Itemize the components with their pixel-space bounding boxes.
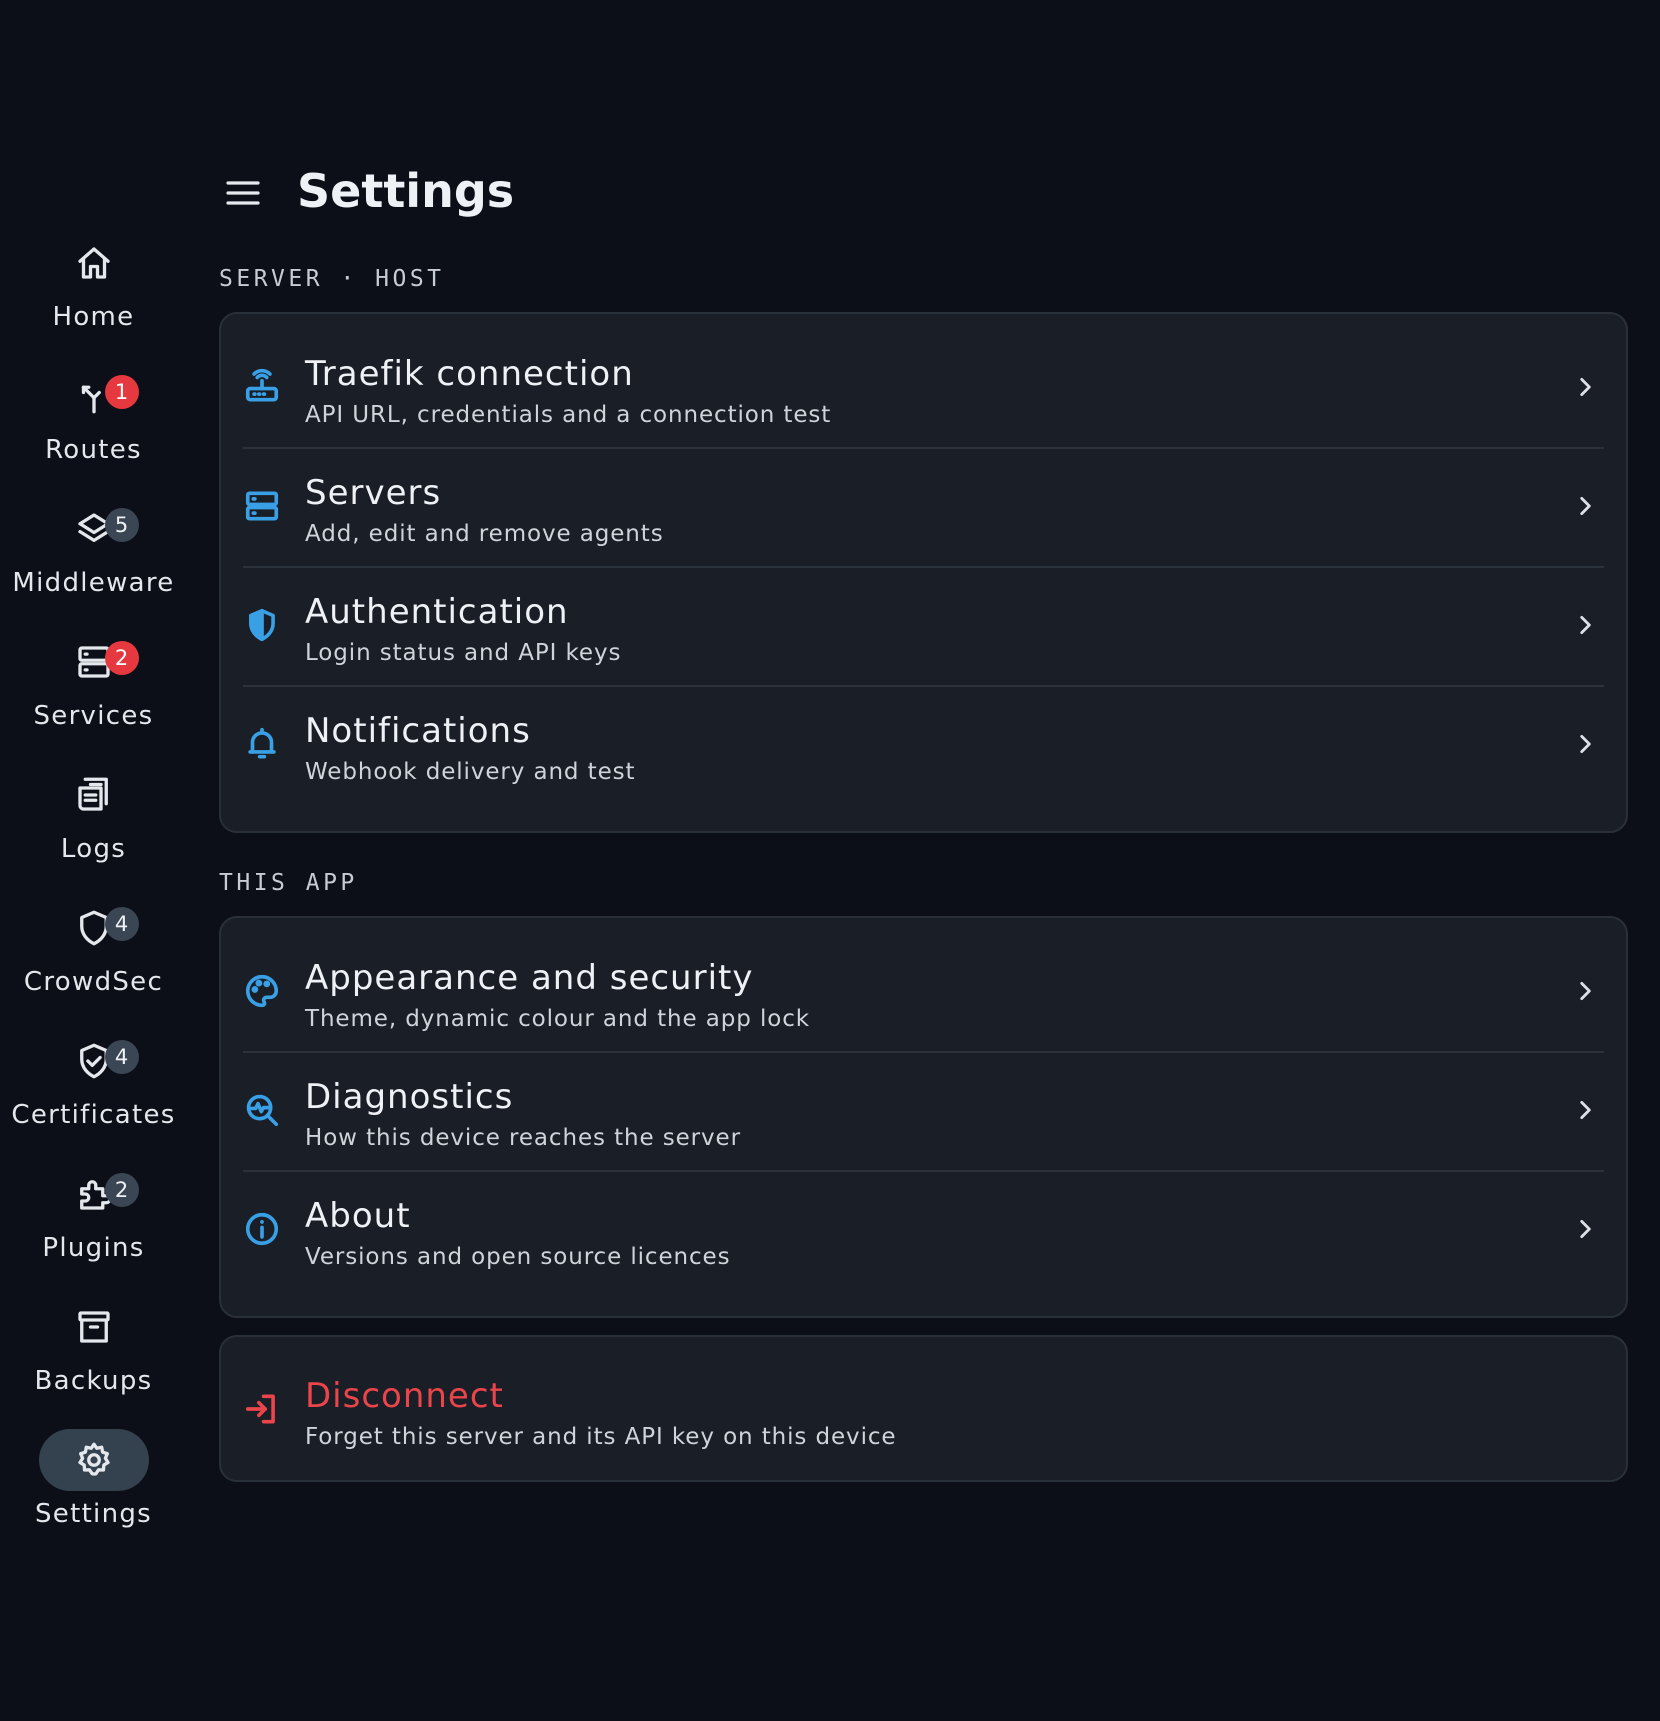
app-root: Home 1 Routes 5 Middleware 2 Services Lo… <box>0 0 1660 1721</box>
router-icon <box>245 368 279 402</box>
nav-item-logs[interactable]: Logs <box>0 764 187 884</box>
nav-label: Services <box>33 701 154 731</box>
settings-row-notifications[interactable]: Notifications Webhook delivery and test <box>221 685 1626 804</box>
row-subtitle: Add, edit and remove agents <box>305 521 664 547</box>
logout-icon <box>245 1394 275 1424</box>
disconnect-card: Disconnect Forget this server and its AP… <box>219 1335 1628 1482</box>
row-subtitle: Forget this server and its API key on th… <box>305 1424 897 1450</box>
menu-button[interactable] <box>212 162 274 224</box>
row-icon-wrap <box>243 1210 281 1248</box>
row-icon-wrap <box>243 487 281 525</box>
nav-label: Home <box>52 302 135 332</box>
home-icon <box>77 247 110 279</box>
archive-icon <box>77 1311 110 1343</box>
row-subtitle: Versions and open source licences <box>305 1244 731 1270</box>
row-subtitle: Webhook delivery and test <box>305 759 636 785</box>
nav-item-backups[interactable]: Backups <box>0 1296 187 1416</box>
nav-pill: 2 <box>39 1163 149 1225</box>
nav-item-crowdsec[interactable]: 4 CrowdSec <box>0 897 187 1017</box>
chevron-right-icon <box>1572 493 1598 519</box>
nav-item-settings[interactable]: Settings <box>0 1429 187 1549</box>
row-title: Servers <box>305 473 442 513</box>
section-label-app: THIS APP <box>219 870 358 896</box>
chevron-right-icon <box>1572 374 1598 400</box>
row-icon-wrap <box>243 1091 281 1129</box>
settings-row-appearance[interactable]: Appearance and security Theme, dynamic c… <box>221 932 1626 1051</box>
services-badge: 2 <box>104 641 139 675</box>
nav-pill: 1 <box>39 365 149 427</box>
gear-icon <box>77 1442 110 1476</box>
row-subtitle: Login status and API keys <box>305 640 622 666</box>
app-settings-card: Appearance and security Theme, dynamic c… <box>219 916 1628 1318</box>
shield-half-icon <box>249 608 275 642</box>
nav-label: Settings <box>34 1499 153 1529</box>
row-icon-wrap <box>243 368 281 406</box>
crowdsec-badge: 4 <box>104 907 139 941</box>
nav-label: Logs <box>60 834 127 864</box>
nav-item-home[interactable]: Home <box>0 232 187 352</box>
settings-row-diagnostics[interactable]: Diagnostics How this device reaches the … <box>221 1051 1626 1170</box>
nav-label: CrowdSec <box>23 967 164 997</box>
nav-item-services[interactable]: 2 Services <box>0 631 187 751</box>
settings-row-authentication[interactable]: Authentication Login status and API keys <box>221 566 1626 685</box>
nav-item-middleware[interactable]: 5 Middleware <box>0 498 187 618</box>
row-title: About <box>305 1196 411 1236</box>
settings-row-servers[interactable]: Servers Add, edit and remove agents <box>221 447 1626 566</box>
nav-pill <box>39 1296 149 1358</box>
info-icon <box>245 1212 279 1246</box>
logs-icon <box>77 777 108 811</box>
row-title: Authentication <box>305 592 569 632</box>
chevron-right-icon <box>1572 1097 1598 1123</box>
routes-badge: 1 <box>104 375 139 409</box>
nav-item-plugins[interactable]: 2 Plugins <box>0 1163 187 1283</box>
menu-icon <box>226 181 260 205</box>
nav-pill <box>39 764 149 826</box>
palette-icon <box>246 974 279 1008</box>
bell-icon <box>248 727 276 759</box>
nav-item-routes[interactable]: 1 Routes <box>0 365 187 485</box>
row-title: Traefik connection <box>305 354 634 394</box>
row-icon-wrap <box>243 1390 281 1428</box>
row-title: Disconnect <box>305 1376 504 1416</box>
certificates-badge: 4 <box>104 1040 139 1074</box>
navigation-rail: Home 1 Routes 5 Middleware 2 Services Lo… <box>0 0 187 1721</box>
row-icon-wrap <box>243 606 281 644</box>
row-subtitle: API URL, credentials and a connection te… <box>305 402 832 428</box>
nav-pill: 2 <box>39 631 149 693</box>
nav-pill-active <box>38 1429 149 1491</box>
plugins-badge: 2 <box>104 1173 139 1207</box>
row-title: Appearance and security <box>305 958 754 998</box>
settings-row-about[interactable]: About Versions and open source licences <box>221 1170 1626 1289</box>
chevron-right-icon <box>1572 978 1598 1004</box>
server-settings-card: Traefik connection API URL, credentials … <box>219 312 1628 833</box>
nav-label: Plugins <box>42 1233 145 1263</box>
page-title: Settings <box>297 164 515 218</box>
row-icon-wrap <box>243 972 281 1010</box>
row-icon-wrap <box>243 725 281 763</box>
dns-icon <box>245 491 279 521</box>
nav-pill: 4 <box>39 1030 149 1092</box>
diagnostics-icon <box>246 1094 279 1127</box>
nav-label: Middleware <box>12 568 175 598</box>
nav-item-certificates[interactable]: 4 Certificates <box>0 1030 187 1150</box>
chevron-right-icon <box>1572 731 1598 757</box>
nav-label: Certificates <box>11 1100 176 1130</box>
nav-label: Routes <box>45 435 142 465</box>
row-title: Diagnostics <box>305 1077 514 1117</box>
middleware-badge: 5 <box>104 508 139 542</box>
nav-pill: 5 <box>39 498 149 560</box>
row-subtitle: How this device reaches the server <box>305 1125 741 1151</box>
chevron-right-icon <box>1572 1216 1598 1242</box>
disconnect-button[interactable]: Disconnect Forget this server and its AP… <box>221 1350 1626 1469</box>
chevron-right-icon <box>1572 612 1598 638</box>
section-label-server: SERVER · HOST <box>219 266 445 292</box>
nav-pill: 4 <box>39 897 149 959</box>
nav-pill <box>39 232 149 294</box>
nav-label: Backups <box>34 1366 153 1396</box>
row-subtitle: Theme, dynamic colour and the app lock <box>305 1006 810 1032</box>
row-title: Notifications <box>305 711 531 751</box>
settings-row-traefik-connection[interactable]: Traefik connection API URL, credentials … <box>221 328 1626 447</box>
